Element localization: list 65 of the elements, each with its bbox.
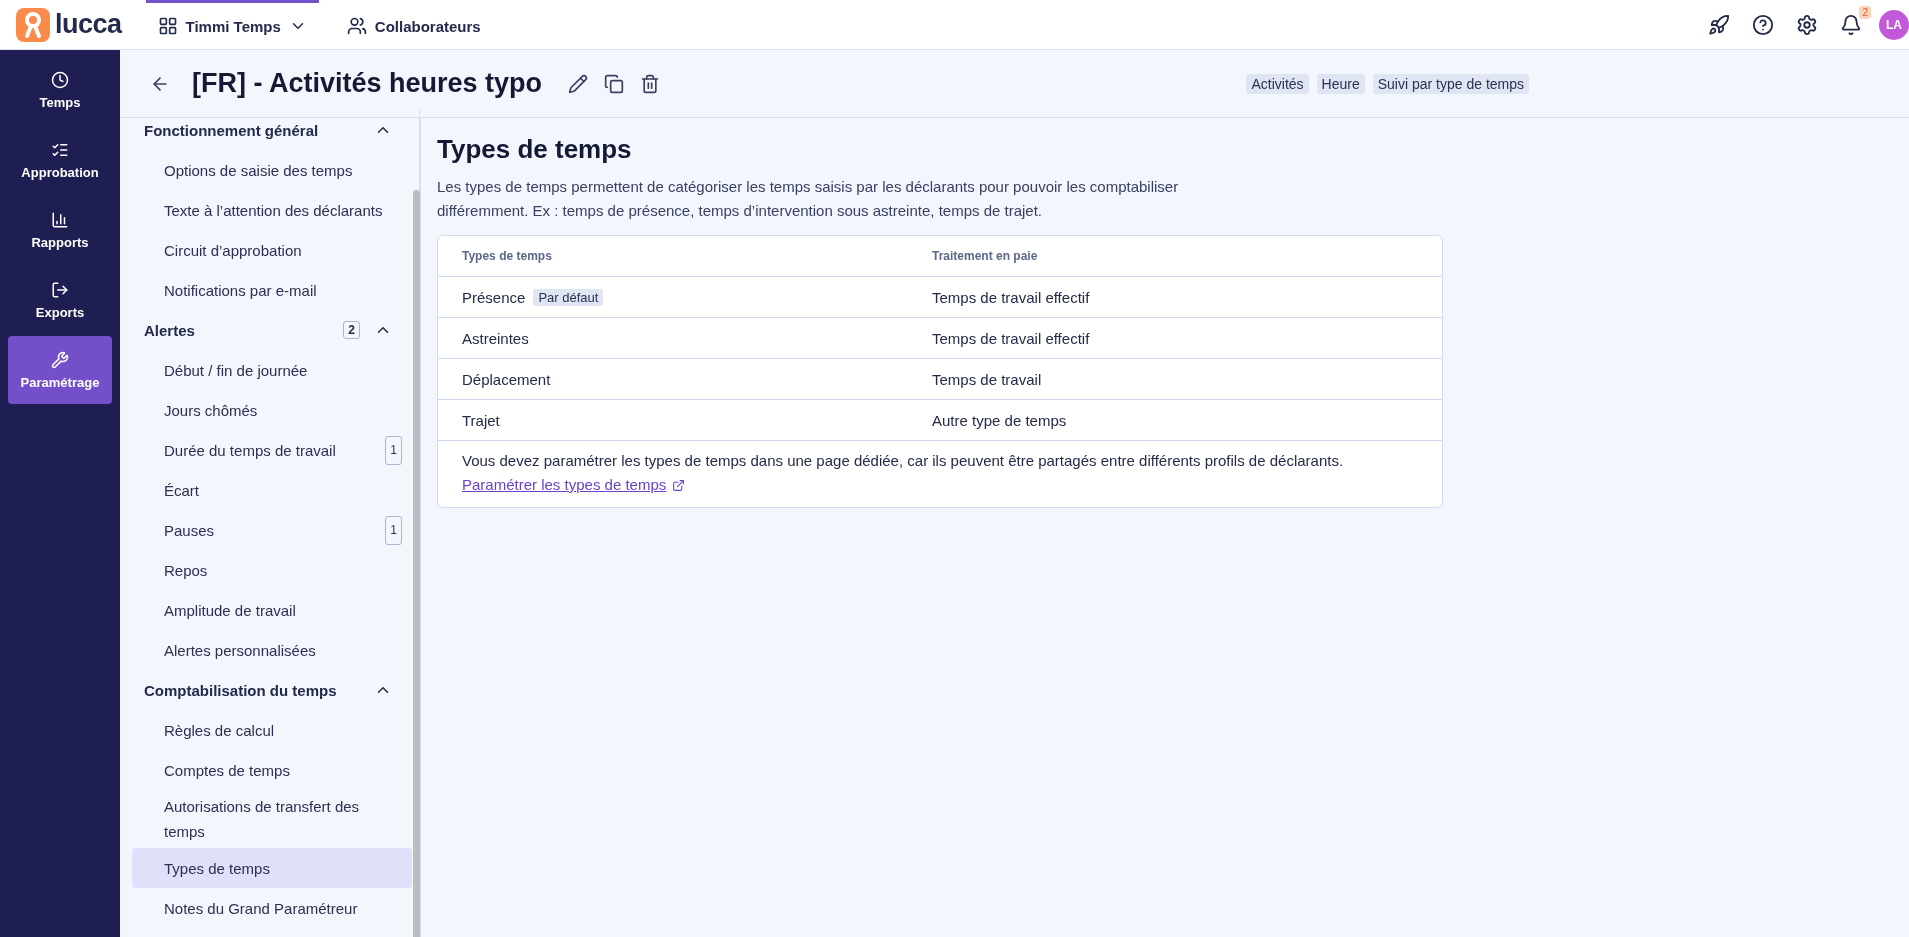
settings-button[interactable] <box>1795 12 1819 37</box>
sidebar-item[interactable]: Notifications par e-mail <box>132 270 412 310</box>
sidebar-item[interactable]: Comptes de temps <box>132 750 412 790</box>
column-header: Traitement en paie <box>932 249 1039 263</box>
nav-item[interactable]: Approbation <box>8 126 112 194</box>
rocket-button[interactable] <box>1707 12 1731 37</box>
tag: Suivi par type de temps <box>1372 73 1529 94</box>
default-tag: Par défaut <box>533 288 604 306</box>
sidebar-item[interactable]: Options de saisie des temps <box>132 150 412 190</box>
logo-text: lucca <box>55 9 122 40</box>
logo-icon <box>16 7 50 42</box>
count-badge: 1 <box>385 435 402 465</box>
section-title: Types de temps <box>437 134 633 165</box>
nav-item[interactable]: Temps <box>8 56 112 124</box>
table-cell-text: Temps de travail <box>932 370 1043 388</box>
sidebar-item[interactable]: Règles de calcul <box>132 710 412 750</box>
tag: Heure <box>1316 73 1365 94</box>
nav-item[interactable]: Exports <box>8 266 112 334</box>
count-badge: 1 <box>385 515 402 545</box>
nav-item[interactable]: Paramétrage <box>8 336 112 404</box>
info-note: Vous devez paramétrer les types de temps dans une page dédiée, car ils peuvent être partagés entre différents profils de déclarants. Paramétrer les types de temps <box>438 441 1442 507</box>
sidebar-item[interactable]: Texte à l’attention des déclarants <box>132 190 412 230</box>
sidebar-item[interactable]: Alertes personnalisées <box>132 630 412 670</box>
section-header[interactable]: Alertes 2 <box>132 310 402 350</box>
app-tab[interactable]: Timmi Temps <box>145 0 319 50</box>
sidebar-item[interactable]: Circuit d’approbation <box>132 230 412 270</box>
sidebar-item[interactable]: Types de temps <box>132 848 412 888</box>
external-link-icon <box>672 478 686 492</box>
sidebar-item[interactable]: Durée du temps de travail 1 <box>132 430 412 470</box>
grid-icon <box>157 16 178 36</box>
sidebar-item[interactable]: Notes du Grand Paramétreur <box>132 888 412 928</box>
page-title: [FR] - Activités heures typo <box>192 68 543 99</box>
settings-link[interactable]: Paramétrer les types de temps <box>462 473 686 497</box>
user-avatar[interactable]: LA <box>1879 9 1909 40</box>
description: Les types de temps permettent de catégoriser les temps saisis par les déclarants pour pouvoir les comptabiliser différemment. Ex : temps de présence, temps d’intervention sous astreinte, temps de trajet. <box>437 177 1180 221</box>
table-cell: Astreintes <box>462 329 529 347</box>
sidebar-item[interactable]: Jours chômés <box>132 390 412 430</box>
sidebar-item[interactable]: Écart <box>132 470 412 510</box>
tag: Activités <box>1246 73 1309 94</box>
nav-item[interactable]: Rapports <box>8 196 112 264</box>
sidebar-item[interactable]: Début / fin de journée <box>132 350 412 390</box>
table-cell: Trajet <box>462 411 500 429</box>
sidebar-item[interactable]: Pauses 1 <box>132 510 412 550</box>
section-header[interactable]: Fonctionnement général <box>132 110 402 150</box>
table-cell-text: Autre type de temps <box>932 411 1068 429</box>
sidebar-item[interactable]: Repos <box>132 550 412 590</box>
table-cell: Déplacement <box>462 370 551 388</box>
sidebar-item[interactable]: Amplitude de travail <box>132 590 412 630</box>
notifications-button[interactable] <box>1839 12 1863 37</box>
clock-icon <box>51 70 69 89</box>
help-button[interactable] <box>1751 12 1775 37</box>
notification-count: 2 <box>1859 5 1871 19</box>
wrench-icon <box>51 350 69 369</box>
table-cell: Présence <box>462 288 526 306</box>
count-badge: 2 <box>343 321 360 339</box>
sidebar-item[interactable]: Autorisations de transfert des temps <box>132 790 412 848</box>
exit-icon <box>51 280 69 299</box>
app-tab[interactable]: Collaborateurs <box>334 0 493 50</box>
bar-chart-icon <box>51 210 69 229</box>
table-cell-text: Temps de travail effectif <box>932 329 1091 347</box>
section-header[interactable]: Comptabilisation du temps <box>132 670 402 710</box>
column-header: Types de temps <box>462 249 553 263</box>
scrollbar-thumb[interactable] <box>413 190 420 937</box>
table-cell-text: Temps de travail effectif <box>932 288 1091 306</box>
users-icon <box>346 16 367 36</box>
